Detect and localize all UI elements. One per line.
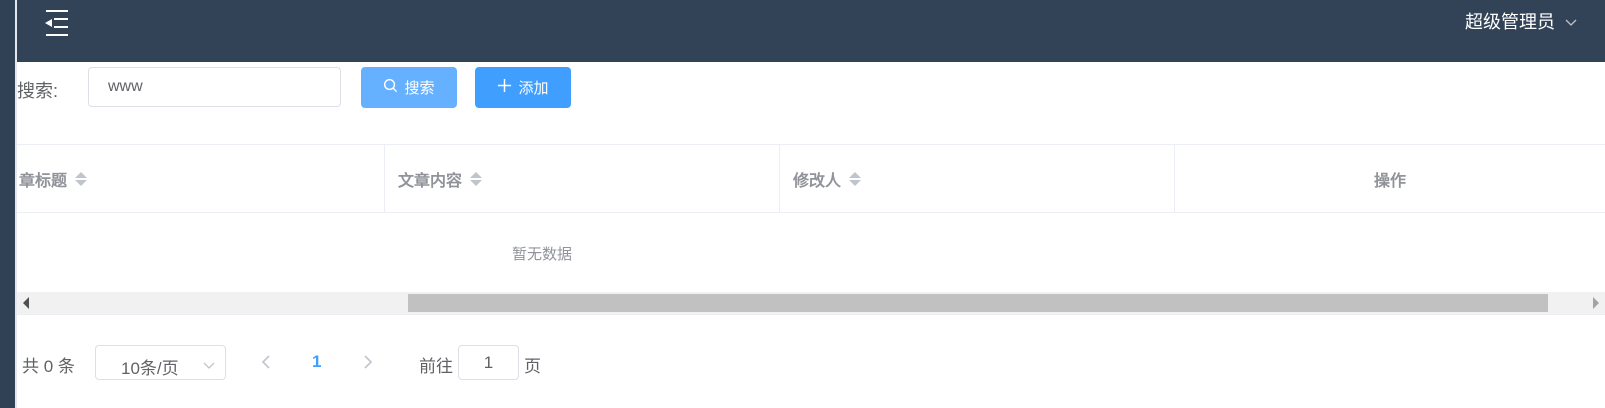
column-label: 修改人 bbox=[793, 172, 842, 190]
column-header-operations: 操作 bbox=[1175, 145, 1605, 212]
pagination: 共 0 条 10条/页 1 前往 页 bbox=[17, 344, 1605, 382]
articles-table: 章标题 文章内容 修改人 操作 暂无数据 bbox=[17, 144, 1605, 293]
column-header-content[interactable]: 文章内容 bbox=[385, 145, 780, 212]
search-button[interactable]: 搜索 bbox=[361, 67, 457, 108]
total-count: 共 0 条 bbox=[22, 357, 75, 376]
column-header-title[interactable]: 章标题 bbox=[17, 145, 385, 212]
goto-page-input[interactable] bbox=[458, 345, 519, 380]
scroll-right-arrow-icon[interactable] bbox=[1593, 297, 1599, 309]
search-bar: 搜索: 搜索 添加 bbox=[17, 67, 1605, 109]
column-label: 操作 bbox=[1373, 172, 1406, 190]
chevron-down-icon bbox=[1565, 15, 1577, 27]
column-label: 章标题 bbox=[19, 172, 68, 190]
page-number-current[interactable]: 1 bbox=[312, 352, 321, 372]
empty-text: 暂无数据 bbox=[512, 246, 573, 263]
prev-page-icon[interactable] bbox=[259, 353, 273, 371]
column-header-modifier[interactable]: 修改人 bbox=[780, 145, 1175, 212]
sort-icon[interactable] bbox=[75, 171, 88, 186]
goto-label: 前往 bbox=[419, 357, 453, 376]
sidebar-edge bbox=[0, 0, 15, 408]
user-dropdown[interactable]: 超级管理员 bbox=[1465, 8, 1577, 34]
next-page-icon[interactable] bbox=[361, 353, 375, 371]
plus-icon bbox=[497, 78, 512, 97]
column-label: 文章内容 bbox=[398, 172, 463, 190]
collapse-menu-icon[interactable] bbox=[43, 8, 71, 38]
page-size-value: 10条/页 bbox=[121, 359, 179, 378]
page-size-select[interactable]: 10条/页 bbox=[95, 345, 226, 380]
search-button-label: 搜索 bbox=[404, 80, 435, 97]
divider bbox=[17, 314, 1605, 315]
scroll-left-arrow-icon[interactable] bbox=[23, 297, 29, 309]
sort-icon[interactable] bbox=[849, 171, 862, 186]
search-label: 搜索: bbox=[17, 81, 59, 101]
user-name: 超级管理员 bbox=[1465, 12, 1555, 32]
chevron-down-icon bbox=[203, 358, 215, 370]
goto-suffix: 页 bbox=[524, 357, 541, 376]
table-body: 暂无数据 bbox=[17, 213, 1605, 293]
top-navbar: 超级管理员 bbox=[17, 0, 1605, 62]
search-input[interactable] bbox=[88, 67, 341, 107]
add-button-label: 添加 bbox=[518, 80, 549, 97]
scrollbar-thumb[interactable] bbox=[408, 294, 1548, 312]
add-button[interactable]: 添加 bbox=[475, 67, 571, 108]
search-icon bbox=[383, 78, 398, 97]
sort-icon[interactable] bbox=[470, 171, 483, 186]
table-header: 章标题 文章内容 修改人 操作 bbox=[17, 144, 1605, 213]
horizontal-scrollbar[interactable] bbox=[17, 292, 1605, 314]
